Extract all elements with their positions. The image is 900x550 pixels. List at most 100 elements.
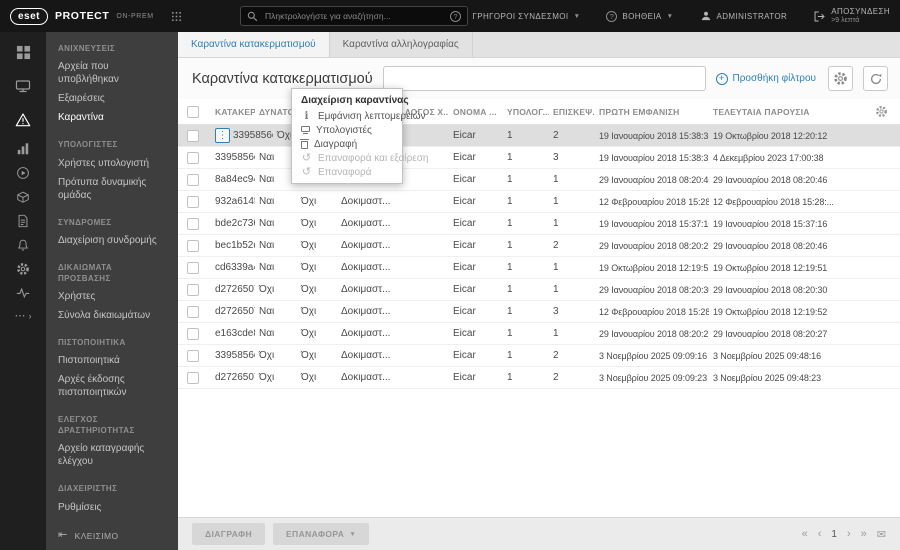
row-checkbox[interactable]	[187, 305, 199, 318]
row-checkbox[interactable]	[187, 151, 199, 164]
cell-object: Όχι	[301, 262, 317, 273]
column-header[interactable]: ΥΠΟΛΟΓ...	[503, 107, 549, 117]
chevron-down-icon: ▼	[666, 12, 674, 20]
table-header: ΚΑΤΑΚΕΡ...ΔΥΝΑΤΟ...ΑΝΤΙΚΕΙ...ΣΗΜΑΙΕΣ...Λ…	[178, 99, 900, 125]
column-header[interactable]: ΕΠΙΣΚΕΨ...	[549, 107, 595, 117]
cell-hits: 1	[553, 262, 559, 273]
rail-tasks[interactable]	[0, 161, 46, 185]
table-row[interactable]: d2726507... Ναι Όχι Δοκιμαστ... Eicar 1 3 12 Φε…	[178, 301, 900, 323]
row-checkbox[interactable]	[187, 195, 199, 208]
sidebar-item[interactable]: Αρχείο καταγραφής ελέγχου	[46, 439, 178, 471]
table-row[interactable]: d2726507... Όχι Όχι Δοκιμαστ... Eicar 1 2 3 Νοε…	[178, 367, 900, 389]
sidebar-item[interactable]: Πιστοποιητικά	[46, 351, 178, 370]
row-checkbox[interactable]	[187, 327, 199, 340]
sidebar-item[interactable]: Χρήστες υπολογιστή	[46, 154, 178, 173]
table-row[interactable]: bec1b52d... Ναι Όχι Δοκιμαστ... Eicar 1 2 29 Ια…	[178, 235, 900, 257]
tab-quarantine-mail[interactable]: Καραντίνα αλληλογραφίας	[330, 32, 473, 57]
select-all-checkbox[interactable]	[187, 105, 199, 118]
tabbar: Καραντίνα κατακερματισμού Καραντίνα αλλη…	[178, 32, 900, 58]
table-row[interactable]: ⋮3395856c...ΌχιΌχιΔοκιμαστ...Eicar1219 Ι…	[178, 125, 900, 147]
delete-button[interactable]: ΔΙΑΓΡΑΦΗ	[192, 523, 265, 545]
row-actions-button[interactable]: ⋮	[215, 128, 230, 143]
pagination: « ‹ 1 › » ✉	[802, 528, 886, 541]
next-page-button[interactable]: ›	[847, 528, 851, 540]
rail-settings[interactable]	[0, 257, 46, 281]
table-body: ⋮3395856c...ΌχιΌχιΔοκιμαστ...Eicar1219 Ι…	[178, 125, 900, 389]
filter-input[interactable]	[382, 66, 706, 91]
sidebar-close-button[interactable]: ⇤ ΚΛΕΙΣΙΜΟ	[58, 530, 119, 541]
row-checkbox[interactable]	[187, 349, 199, 362]
sidebar-item[interactable]: Χρήστες	[46, 287, 178, 306]
row-checkbox[interactable]	[187, 129, 199, 142]
help-menu[interactable]: ? ΒΟΗΘΕΙΑ ▼	[606, 10, 674, 22]
rail-computers[interactable]	[0, 69, 46, 103]
table-row[interactable]: d2726507... Όχι Όχι Δοκιμαστ... Eicar 1 1 29 Ια…	[178, 279, 900, 301]
row-select-cell	[178, 349, 211, 362]
logout-icon	[813, 10, 826, 23]
sidebar-item[interactable]: Διαχείριση συνδρομής	[46, 231, 178, 250]
rail-notifications[interactable]	[0, 233, 46, 257]
table-row[interactable]: 932a614f6... Ναι Όχι Δοκιμαστ... Eicar 1 1 12 Φ…	[178, 191, 900, 213]
row-checkbox[interactable]	[187, 217, 199, 230]
user-menu[interactable]: ADMINISTRATOR	[700, 10, 788, 22]
user-icon	[700, 10, 712, 22]
table-row[interactable]: 8a84ec94...ΝαιΌχιΔοκιμαστ...Eicar1129 Ια…	[178, 169, 900, 191]
table-settings-button[interactable]	[828, 66, 853, 91]
row-checkbox[interactable]	[187, 371, 199, 384]
restore-button[interactable]: ΕΠΑΝΑΦΟΡΑ ▼	[272, 523, 370, 545]
context-menu-item[interactable]: Υπολογιστές	[292, 123, 402, 137]
table-row[interactable]: 3395856c... Όχι Όχι Δοκιμαστ... Eicar 1 2 3 Νοε…	[178, 345, 900, 367]
rail-status-overview[interactable]	[0, 281, 46, 305]
cell-restorable: Ναι	[259, 328, 275, 339]
rail-reports[interactable]	[0, 137, 46, 161]
column-header[interactable]: ΚΑΤΑΚΕΡ...	[211, 107, 255, 117]
last-page-button[interactable]: »	[861, 528, 867, 540]
sidebar-item[interactable]: Εξαιρέσεις	[46, 89, 178, 108]
refresh-button[interactable]	[863, 66, 888, 91]
row-checkbox[interactable]	[187, 261, 199, 274]
gear-icon[interactable]	[875, 105, 888, 118]
logout-button[interactable]: ΑΠΟΣΥΝΔΕΣΗ >9 λεπτά	[813, 7, 890, 26]
search-help-icon[interactable]: ?	[450, 10, 461, 22]
footer-bar: ΔΙΑΓΡΑΦΗ ΕΠΑΝΑΦΟΡΑ ▼ « ‹ 1 › » ✉	[178, 517, 900, 550]
sidebar-item[interactable]: Καραντίνα	[46, 108, 178, 127]
quick-links-menu[interactable]: ΓΡΗΓΟΡΟΙ ΣΥΝΔΕΣΜΟΙ ▼	[472, 12, 580, 21]
row-checkbox[interactable]	[187, 283, 199, 296]
sidebar-item[interactable]: Αρχεία που υποβλήθηκαν	[46, 57, 178, 89]
cell-computers: 1	[507, 130, 513, 141]
column-header[interactable]: ΤΕΛΕΥΤΑΙΑ ΠΑΡΟΥΣΙΑ	[709, 107, 859, 117]
rail-dashboard[interactable]	[0, 35, 46, 69]
apps-grid-icon[interactable]	[171, 11, 182, 22]
sidebar-item[interactable]: Σύνολα δικαιωμάτων	[46, 306, 178, 325]
cell-flags: Δοκιμαστ...	[341, 372, 391, 383]
cell-hash: d2726507...	[215, 306, 255, 317]
row-checkbox[interactable]	[187, 239, 199, 252]
row-checkbox[interactable]	[187, 173, 199, 186]
cell-restorable: Όχι	[259, 284, 275, 295]
rail-installers[interactable]	[0, 185, 46, 209]
sidebar-item[interactable]: Ρυθμίσεις	[46, 498, 178, 517]
rail-detections[interactable]	[0, 103, 46, 137]
context-menu-item[interactable]: Διαγραφή	[292, 137, 402, 151]
column-header[interactable]: ΟΝΟΜΑ ...	[449, 107, 503, 117]
export-button[interactable]: ✉	[877, 528, 886, 541]
sidebar-item[interactable]: Πρότυπα δυναμικής ομάδας	[46, 173, 178, 205]
first-page-button[interactable]: «	[802, 528, 808, 540]
cell-hash: d2726507...	[215, 372, 255, 383]
tab-quarantine-hash[interactable]: Καραντίνα κατακερματισμού	[178, 32, 330, 57]
select-all-cell	[178, 105, 211, 118]
table-row[interactable]: bde2c736... Ναι Όχι Δοκιμαστ... Eicar 1 1 19 Ια…	[178, 213, 900, 235]
app-window: eset PROTECT ON-PREM ? ΓΡΗΓΟΡΟΙ ΣΥΝΔΕΣΜΟ…	[0, 0, 900, 550]
table-row[interactable]: e163cde8... Ναι Όχι Δοκιμαστ... Eicar 1 1 29 Ια…	[178, 323, 900, 345]
add-filter-button[interactable]: + Προσθήκη φίλτρου	[715, 72, 816, 85]
column-header[interactable]: ΠΡΩΤΗ ΕΜΦΑΝΙΣΗ	[595, 107, 709, 117]
table-row[interactable]: 3395856c...ΝαιΌχιΔοκιμαστ...Eicar1319 Ια…	[178, 147, 900, 169]
sidebar-item[interactable]: Αρχές έκδοσης πιστοποιητικών	[46, 370, 178, 402]
search-input[interactable]	[263, 10, 445, 22]
row-select-cell	[178, 195, 211, 208]
context-menu-item[interactable]: i Εμφάνιση λεπτομερειών	[292, 109, 426, 123]
rail-more[interactable]: ⋯ ›	[15, 309, 32, 322]
table-row[interactable]: cd6339a4... Ναι Όχι Δοκιμαστ... Eicar 1 1 19 Οκ…	[178, 257, 900, 279]
rail-policies[interactable]	[0, 209, 46, 233]
prev-page-button[interactable]: ‹	[818, 528, 822, 540]
